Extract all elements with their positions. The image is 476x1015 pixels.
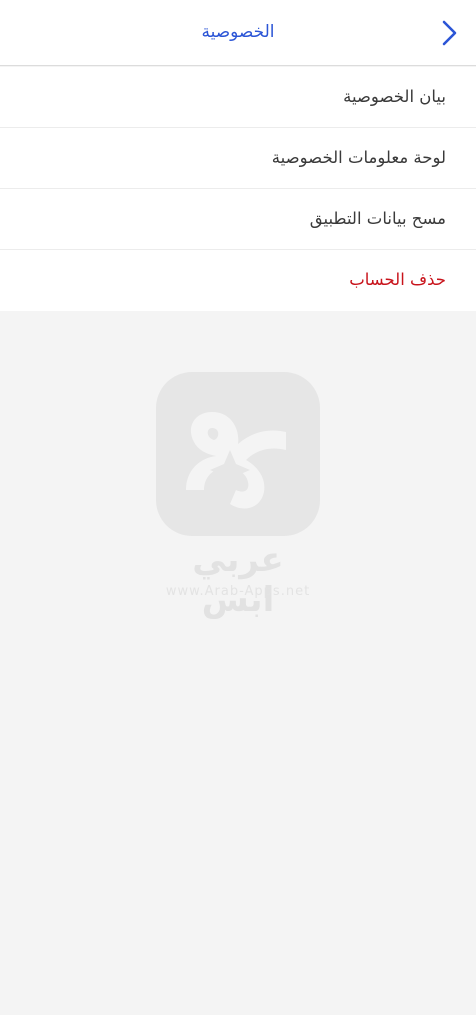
arab-apps-logo-icon bbox=[156, 372, 320, 536]
chevron-right-icon bbox=[442, 20, 457, 46]
menu-item-clear-app-data[interactable]: مسح بيانات التطبيق bbox=[0, 189, 476, 250]
back-button[interactable] bbox=[436, 17, 460, 49]
menu-item-label: بيان الخصوصية bbox=[343, 87, 446, 106]
watermark-url: www.Arab-Apps.net bbox=[165, 584, 311, 599]
menu-item-label: حذف الحساب bbox=[349, 270, 446, 289]
page-title: الخصوصية bbox=[201, 22, 275, 42]
menu-item-label: مسح بيانات التطبيق bbox=[309, 209, 446, 228]
app-header: الخصوصية bbox=[0, 0, 476, 66]
menu-item-privacy-statement[interactable]: بيان الخصوصية bbox=[0, 67, 476, 128]
menu-item-label: لوحة معلومات الخصوصية bbox=[271, 148, 446, 167]
menu-item-delete-account[interactable]: حذف الحساب bbox=[0, 250, 476, 311]
privacy-menu: بيان الخصوصية لوحة معلومات الخصوصية مسح … bbox=[0, 67, 476, 311]
watermark-arabic-text: عربي ابس bbox=[192, 540, 284, 620]
menu-item-privacy-dashboard[interactable]: لوحة معلومات الخصوصية bbox=[0, 128, 476, 189]
watermark: عربي ابس www.Arab-Apps.net bbox=[156, 372, 320, 620]
